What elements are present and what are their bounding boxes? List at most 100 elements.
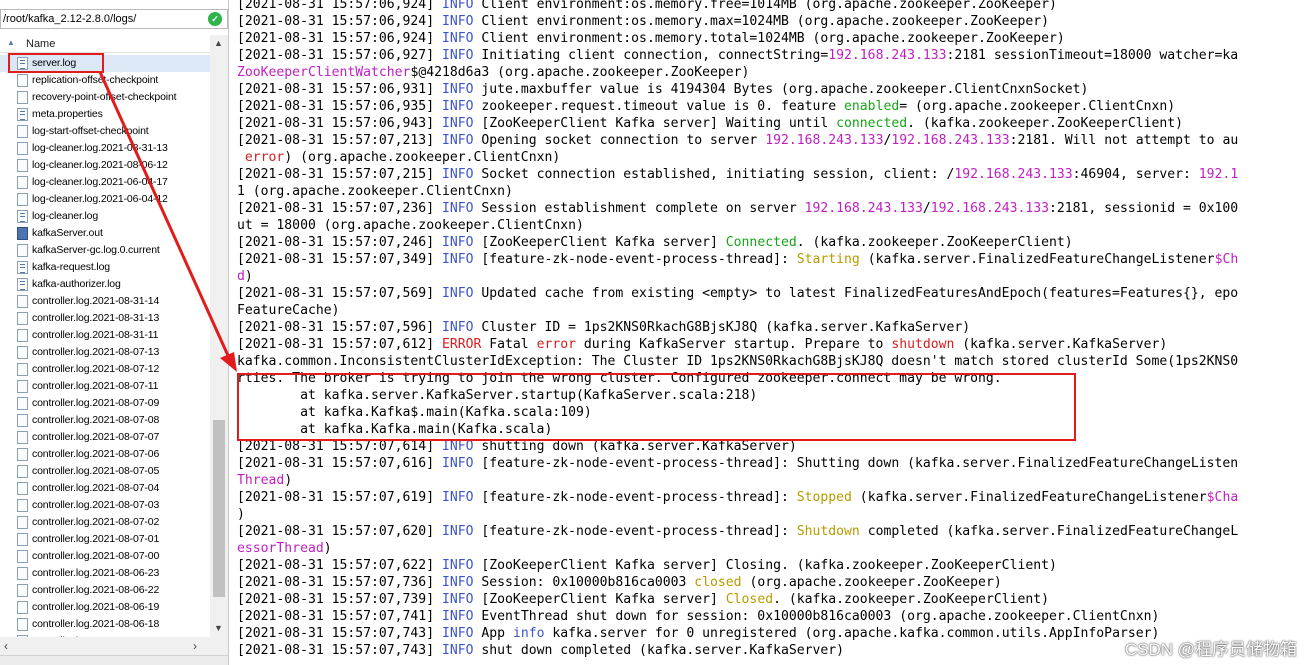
- file-item[interactable]: log-cleaner.log.2021-08-06-12: [0, 157, 210, 174]
- terminal-log-view[interactable]: [2021-08-31 15:57:06,924] INFO Client en…: [232, 0, 1307, 665]
- log-segment: [feature-zk-node-event-process-thread]: …: [473, 456, 1239, 471]
- file-name: controller.log.2021-08-07-08: [32, 414, 160, 426]
- file-item[interactable]: kafkaServer.out: [0, 225, 210, 242]
- file-name: meta.properties: [32, 108, 103, 120]
- refresh-icon[interactable]: ✓: [208, 12, 222, 26]
- file-item[interactable]: controller.log.2021-08-07-03: [0, 497, 210, 514]
- scrollbar-thumb[interactable]: [213, 420, 225, 597]
- log-segment: Closed: [725, 592, 774, 607]
- file-item[interactable]: log-start-offset-checkpoint: [0, 123, 210, 140]
- log-line: [2021-08-31 15:57:07,620] INFO [feature-…: [237, 523, 1307, 540]
- file-icon: [17, 567, 28, 580]
- file-name: controller.log.2021-08-06-19: [32, 601, 160, 613]
- log-segment: [2021-08-31 15:57:07,246]: [237, 235, 442, 250]
- file-item[interactable]: controller.log.2021-08-31-14: [0, 293, 210, 310]
- scroll-right-icon[interactable]: ›: [193, 639, 197, 653]
- file-name: controller.log.2021-08-06-18: [32, 618, 160, 630]
- file-item[interactable]: controller.log.2021-08-07-09: [0, 395, 210, 412]
- log-segment: kafka.common.InconsistentClusterIdExcept…: [237, 354, 1239, 369]
- file-item[interactable]: replication-offset-checkpoint: [0, 72, 210, 89]
- log-segment: Session: 0x10000b816ca0003: [473, 575, 695, 590]
- file-icon: [17, 414, 28, 427]
- scroll-up-icon[interactable]: ▲: [214, 38, 223, 48]
- column-header-label: Name: [26, 38, 56, 50]
- log-segment: [2021-08-31 15:57:06,931]: [237, 82, 442, 97]
- file-item[interactable]: kafka-authorizer.log: [0, 276, 210, 293]
- file-item[interactable]: controller.log.2021-08-31-13: [0, 310, 210, 327]
- file-name: controller.log.2021-08-31-14: [32, 295, 160, 307]
- log-segment: INFO: [441, 99, 474, 114]
- log-segment: 192.168.243.133: [804, 201, 923, 216]
- file-icon: [17, 363, 28, 376]
- scroll-left-icon[interactable]: ‹: [4, 639, 8, 653]
- file-item[interactable]: controller.log.2021-08-07-13: [0, 344, 210, 361]
- log-segment: INFO: [441, 252, 474, 267]
- file-name: log-cleaner.log: [32, 210, 99, 222]
- horizontal-scrollbar[interactable]: ‹ ›: [0, 637, 228, 655]
- file-browser-pane: /root/kafka_2.12-2.8.0/logs/ ✓ ▲ Name se…: [0, 0, 229, 665]
- column-header-name[interactable]: ▲ Name: [0, 35, 210, 53]
- log-segment: [2021-08-31 15:57:07,743]: [237, 626, 442, 641]
- file-item[interactable]: controller.log.2021-08-31-11: [0, 327, 210, 344]
- file-item[interactable]: log-cleaner.log.2021-06-04-17: [0, 174, 210, 191]
- file-item[interactable]: controller.log.2021-08-07-02: [0, 514, 210, 531]
- log-segment: [2021-08-31 15:57:06,924]: [237, 0, 442, 12]
- file-item[interactable]: controller.log.2021-08-07-00: [0, 548, 210, 565]
- log-file-icon: [17, 57, 28, 70]
- file-icon: [17, 74, 28, 87]
- file-item[interactable]: recovery-point-offset-checkpoint: [0, 89, 210, 106]
- file-name: controller.log.2021-08-07-05: [32, 465, 160, 477]
- log-segment: [2021-08-31 15:57:07,349]: [237, 252, 442, 267]
- file-item[interactable]: controller.log.2021-08-07-04: [0, 480, 210, 497]
- log-segment: . (kafka.zookeeper.ZooKeeperClient): [773, 592, 1050, 607]
- log-segment: 192.168.243.133: [765, 133, 884, 148]
- log-line: [2021-08-31 15:57:07,736] INFO Session: …: [237, 574, 1307, 591]
- file-icon: [17, 431, 28, 444]
- log-segment: ): [237, 507, 245, 522]
- file-item[interactable]: controller.log.2021-08-06-22: [0, 582, 210, 599]
- file-item[interactable]: log-cleaner.log.2021-08-31-13: [0, 140, 210, 157]
- log-segment: [2021-08-31 15:57:06,924]: [237, 14, 442, 29]
- log-segment: INFO: [441, 643, 474, 658]
- file-item[interactable]: controller.log.2021-08-07-06: [0, 446, 210, 463]
- log-segment: [2021-08-31 15:57:07,620]: [237, 524, 442, 539]
- file-icon: [17, 380, 28, 393]
- file-item[interactable]: controller.log.2021-08-07-08: [0, 412, 210, 429]
- file-item[interactable]: controller.log.2021-08-07-01: [0, 531, 210, 548]
- file-item[interactable]: controller.log.2021-08-07-11: [0, 378, 210, 395]
- watermark-text: CSDN @程序员储物箱: [1124, 640, 1297, 659]
- file-item[interactable]: controller.log.2021-08-06-19: [0, 599, 210, 616]
- file-item[interactable]: server.log: [0, 55, 210, 72]
- file-name: controller.log.2021-08-07-01: [32, 533, 160, 545]
- file-name: controller.log.2021-08-07-06: [32, 448, 160, 460]
- file-item[interactable]: meta.properties: [0, 106, 210, 123]
- log-segment: INFO: [441, 558, 474, 573]
- file-name: server.log: [32, 57, 77, 69]
- log-line: FeatureCache): [237, 302, 1307, 319]
- file-icon: [17, 125, 28, 138]
- file-item[interactable]: log-cleaner.log.2021-06-04-12: [0, 191, 210, 208]
- log-segment: shut down completed (kafka.server.KafkaS…: [473, 643, 845, 658]
- log-segment: [ZooKeeperClient Kafka server]: [473, 592, 726, 607]
- log-line: [2021-08-31 15:57:07,739] INFO [ZooKeepe…: [237, 591, 1307, 608]
- log-segment: INFO: [441, 575, 474, 590]
- file-item[interactable]: controller.log.2021-08-07-07: [0, 429, 210, 446]
- log-line: [2021-08-31 15:57:07,349] INFO [feature-…: [237, 251, 1307, 268]
- file-item[interactable]: kafka-request.log: [0, 259, 210, 276]
- log-segment: (kafka.server.KafkaServer): [954, 337, 1168, 352]
- scroll-down-icon[interactable]: ▼: [214, 623, 223, 633]
- vertical-scrollbar[interactable]: ▲ ▼: [210, 35, 228, 645]
- file-item[interactable]: log-cleaner.log: [0, 208, 210, 225]
- log-segment: INFO: [441, 0, 474, 12]
- log-segment: [2021-08-31 15:57:06,924]: [237, 31, 442, 46]
- file-item[interactable]: controller.log.2021-08-06-18: [0, 616, 210, 633]
- file-icon: [17, 193, 28, 206]
- file-item[interactable]: controller.log.2021-08-07-05: [0, 463, 210, 480]
- path-bar[interactable]: /root/kafka_2.12-2.8.0/logs/ ✓: [0, 9, 228, 29]
- log-segment: ut = 18000 (org.apache.zookeeper.ClientC…: [237, 218, 584, 233]
- log-line: [2021-08-31 15:57:06,931] INFO jute.maxb…: [237, 81, 1307, 98]
- file-item[interactable]: controller.log.2021-08-06-23: [0, 565, 210, 582]
- file-item[interactable]: controller.log.2021-08-07-12: [0, 361, 210, 378]
- file-item[interactable]: kafkaServer-gc.log.0.current: [0, 242, 210, 259]
- log-line: Thread): [237, 472, 1307, 489]
